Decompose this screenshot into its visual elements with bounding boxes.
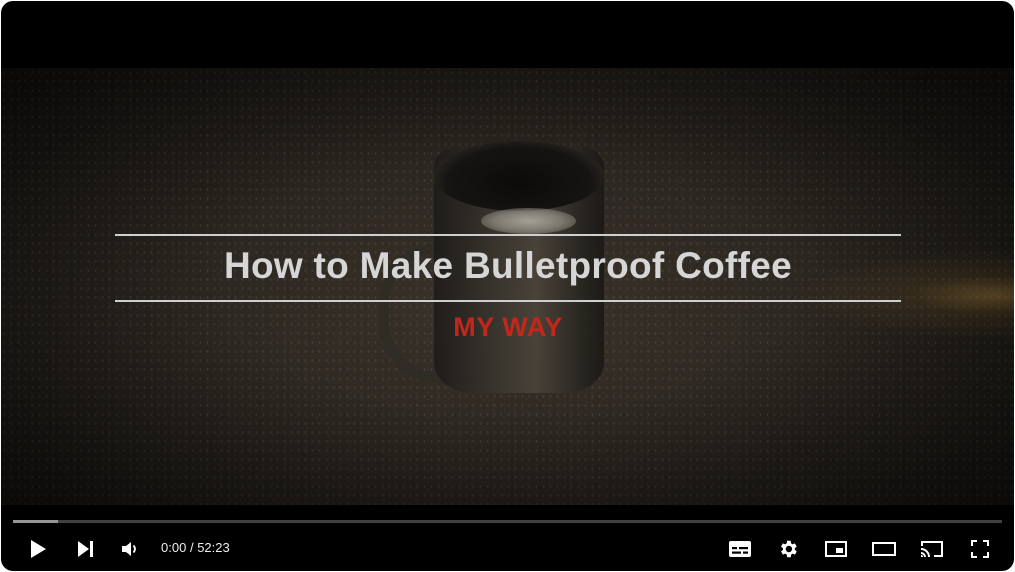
settings-button[interactable] xyxy=(768,529,808,569)
subtitles-icon xyxy=(729,541,751,557)
video-subtitle-overlay: MY WAY xyxy=(453,312,563,342)
next-track-icon xyxy=(78,541,93,557)
video-player[interactable]: How to Make Bulletproof Coffee MY WAY 0:… xyxy=(1,1,1014,571)
title-rule-bottom xyxy=(115,300,901,302)
subtitles-button[interactable] xyxy=(721,529,759,569)
time-display: 0:00 / 52:23 xyxy=(161,529,230,569)
cast-icon xyxy=(921,541,943,557)
theater-mode-icon xyxy=(872,542,896,556)
title-rule-top xyxy=(115,234,901,236)
mute-button[interactable] xyxy=(113,529,147,569)
miniplayer-button[interactable] xyxy=(816,529,856,569)
play-button[interactable] xyxy=(21,529,55,569)
next-button[interactable] xyxy=(67,529,103,569)
time-separator: / xyxy=(189,540,194,555)
video-title-overlay: How to Make Bulletproof Coffee xyxy=(223,245,793,286)
gear-icon xyxy=(781,540,797,558)
fullscreen-icon xyxy=(971,540,989,558)
play-icon xyxy=(31,540,46,558)
cast-button[interactable] xyxy=(912,529,952,569)
progress-bar[interactable] xyxy=(13,520,1002,523)
theater-mode-button[interactable] xyxy=(863,529,905,569)
video-frame[interactable]: How to Make Bulletproof Coffee MY WAY xyxy=(1,68,1014,505)
current-time: 0:00 xyxy=(161,540,187,555)
progress-buffered xyxy=(13,520,58,523)
miniplayer-icon xyxy=(825,541,847,557)
fullscreen-button[interactable] xyxy=(960,529,1000,569)
volume-icon xyxy=(122,542,136,556)
duration: 52:23 xyxy=(197,540,230,555)
control-bar: 0:00 / 52:23 xyxy=(1,529,1014,569)
